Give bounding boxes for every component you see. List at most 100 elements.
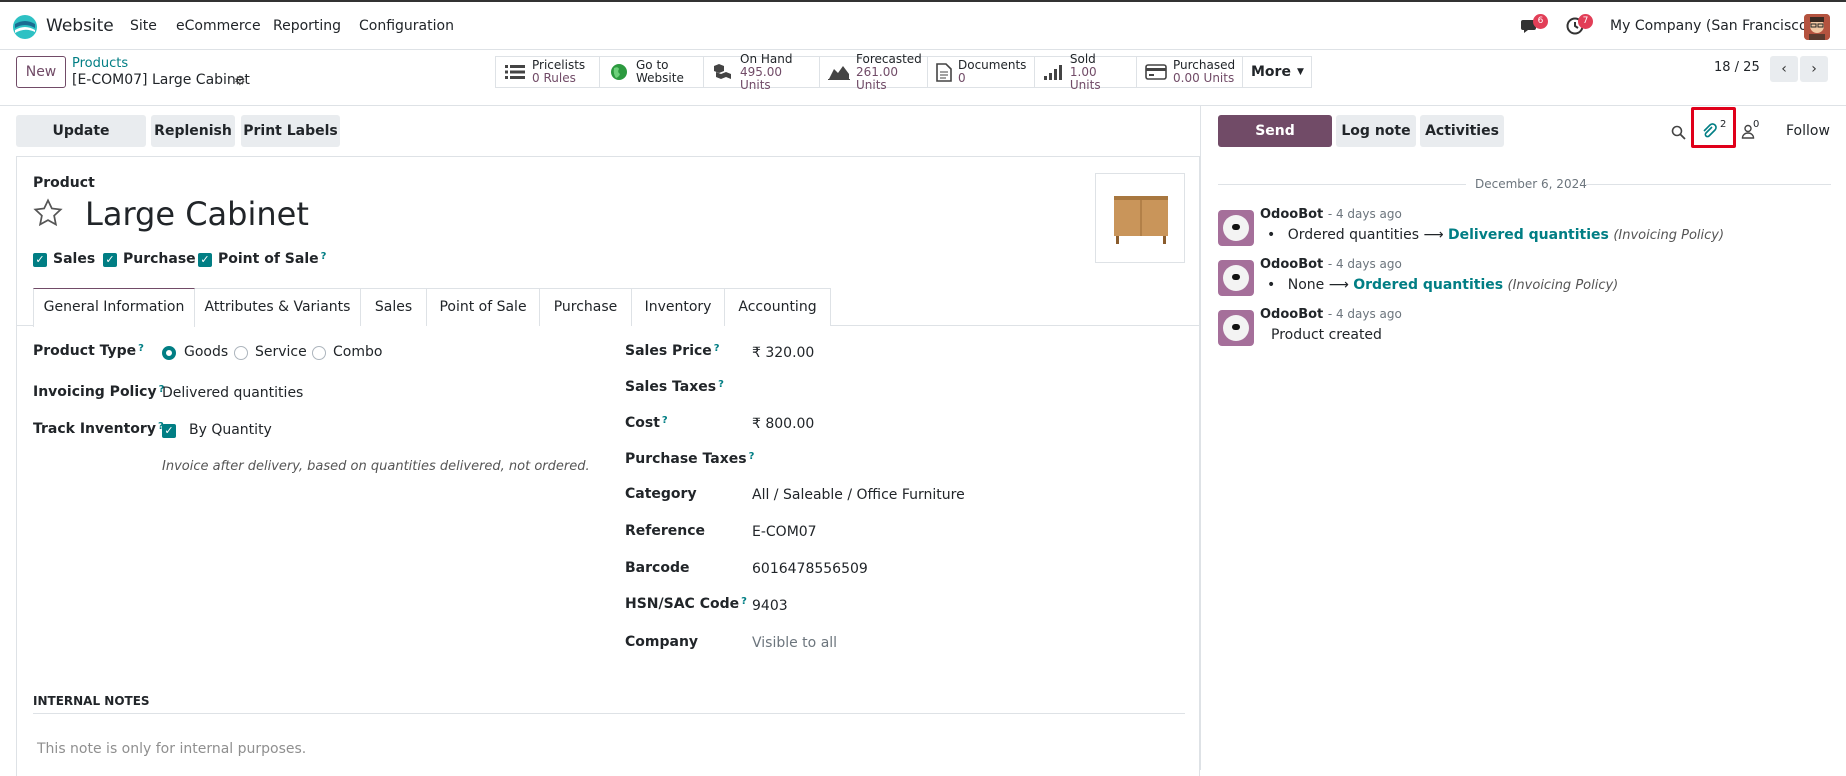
message-author[interactable]: OdooBot - 4 days ago [1260, 257, 1402, 272]
breadcrumb-current: [E-COM07] Large Cabinet [72, 72, 250, 88]
purchased-smart-button[interactable]: Purchased 0.00 Units [1137, 57, 1243, 87]
odoobot-avatar[interactable] [1218, 310, 1254, 346]
track-inventory-value[interactable]: By Quantity [189, 422, 272, 438]
cabinet-image [1114, 196, 1168, 244]
odoobot-avatar[interactable] [1218, 260, 1254, 296]
radio-service[interactable] [234, 346, 248, 360]
documents-smart-button[interactable]: Documents 0 [928, 57, 1035, 87]
barcode-value[interactable]: 6016478556509 [752, 561, 868, 577]
bot-eyes [1232, 324, 1240, 330]
cost-value[interactable]: ₹ 800.00 [752, 416, 814, 432]
on-hand-smart-button[interactable]: On Hand 495.00 Units [704, 52, 820, 91]
category-value[interactable]: All / Saleable / Office Furniture [752, 487, 965, 503]
more-label: More [1251, 64, 1291, 80]
send-message-button[interactable]: Send message [1218, 115, 1332, 171]
product-label: Product [33, 175, 95, 191]
new-value: Ordered quantities [1353, 277, 1504, 293]
pricelists-smart-button[interactable]: Pricelists 0 Rules [496, 57, 600, 87]
file-icon [936, 62, 952, 82]
pager-next-button[interactable]: › [1800, 56, 1828, 82]
track-inventory-checkbox[interactable]: ✓ [162, 424, 176, 438]
invoicing-hint: Invoice after delivery, based on quantit… [162, 459, 590, 474]
product-type-text: Product Type [33, 343, 137, 359]
gear-icon[interactable]: ⚙ [234, 74, 246, 89]
new-button[interactable]: New [16, 56, 66, 88]
menu-reporting[interactable]: Reporting [273, 18, 341, 34]
paperclip-icon[interactable] [1701, 123, 1717, 139]
help-icon[interactable]: ? [138, 343, 144, 354]
sales-price-value[interactable]: ₹ 320.00 [752, 345, 814, 361]
app-name[interactable]: Website [46, 16, 114, 36]
bot-eyes [1232, 224, 1240, 230]
invoicing-policy-value[interactable]: Delivered quantities [162, 385, 303, 401]
tab-inventory[interactable]: Inventory [632, 288, 725, 326]
bot-eyes [1232, 274, 1240, 280]
messages-badge: 6 [1533, 14, 1548, 29]
search-icon[interactable] [1671, 125, 1686, 140]
hsn-code-value[interactable]: 9403 [752, 598, 788, 614]
follow-button[interactable]: Follow [1786, 123, 1830, 139]
tracking-line: • None ⟶ Ordered quantities (Invoicing P… [1267, 277, 1619, 293]
internal-notes-field[interactable]: This note is only for internal purposes. [37, 741, 306, 757]
more-smart-button[interactable]: More ▼ [1243, 57, 1311, 87]
tab-accounting[interactable]: Accounting [725, 288, 831, 326]
reference-value[interactable]: E-COM07 [752, 524, 817, 540]
tab-attributes-variants[interactable]: Attributes & Variants [195, 288, 361, 326]
hsn-code-text: HSN/SAC Code [625, 596, 740, 612]
date-separator: December 6, 2024 [1475, 177, 1587, 191]
invoicing-policy-text: Invoicing Policy [33, 384, 157, 400]
print-labels-button[interactable]: Print Labels [241, 115, 340, 147]
help-icon[interactable]: ? [714, 343, 720, 354]
help-icon[interactable]: ? [749, 451, 755, 462]
smart-label: On Hand [740, 51, 793, 66]
category-label: Category [625, 486, 697, 502]
website-app-icon[interactable] [12, 14, 38, 40]
checkbox-sales[interactable]: ✓ [33, 253, 47, 267]
checkbox-purchase[interactable]: ✓ [103, 253, 117, 267]
odoobot-avatar[interactable] [1218, 210, 1254, 246]
message-author[interactable]: OdooBot - 4 days ago [1260, 307, 1402, 322]
tab-sales[interactable]: Sales [361, 288, 427, 326]
menu-site[interactable]: Site [130, 18, 157, 34]
track-inventory-label: Track Inventory? [33, 421, 164, 437]
message-author[interactable]: OdooBot - 4 days ago [1260, 207, 1402, 222]
breadcrumb-products[interactable]: Products [72, 56, 128, 71]
log-note-button[interactable]: Log note [1336, 115, 1416, 147]
user-avatar[interactable] [1804, 14, 1830, 40]
menu-ecommerce[interactable]: eCommerce [176, 18, 261, 34]
help-icon[interactable]: ? [741, 596, 747, 607]
company-value[interactable]: Visible to all [752, 635, 837, 651]
go-to-website-smart-button[interactable]: Go to Website [600, 57, 704, 87]
replenish-button[interactable]: Replenish [151, 115, 235, 147]
product-image[interactable] [1095, 173, 1185, 263]
author-name: OdooBot [1260, 207, 1324, 222]
update-quantity-button[interactable]: Update Quantity [16, 115, 146, 171]
company-switcher[interactable]: My Company (San Francisco) [1610, 18, 1813, 34]
help-icon[interactable]: ? [662, 415, 668, 426]
tab-point-of-sale[interactable]: Point of Sale [427, 288, 540, 326]
forecasted-smart-button[interactable]: Forecasted 261.00 Units [820, 52, 928, 91]
tab-general-information[interactable]: General Information [33, 288, 195, 327]
help-icon[interactable]: ? [718, 379, 724, 390]
smart-value: 0 Rules [532, 71, 576, 85]
sold-smart-button[interactable]: Sold 1.00 Units [1035, 52, 1137, 91]
radio-goods[interactable] [162, 346, 176, 360]
menu-configuration[interactable]: Configuration [359, 18, 454, 34]
tab-purchase[interactable]: Purchase [540, 288, 632, 326]
pager-previous-button[interactable]: ‹ [1770, 56, 1798, 82]
sales-price-label: Sales Price? [625, 343, 720, 359]
invoicing-policy-label: Invoicing Policy? [33, 384, 164, 400]
activities-button[interactable]: Activities [1420, 115, 1504, 147]
product-name[interactable]: Large Cabinet [85, 195, 309, 233]
list-icon [504, 62, 526, 82]
checkbox-point-of-sale[interactable]: ✓ [198, 253, 212, 267]
star-icon[interactable] [31, 197, 65, 229]
radio-combo[interactable] [312, 346, 326, 360]
internal-notes-title: INTERNAL NOTES [33, 694, 150, 708]
barcode-label: Barcode [625, 560, 690, 576]
help-icon[interactable]: ? [321, 251, 327, 262]
pager-value[interactable]: 18 / 25 [1714, 60, 1760, 75]
radio-goods-label: Goods [184, 344, 229, 360]
control-panel: New Products [E-COM07] Large Cabinet ⚙ P… [0, 50, 1846, 106]
cost-text: Cost [625, 415, 660, 431]
